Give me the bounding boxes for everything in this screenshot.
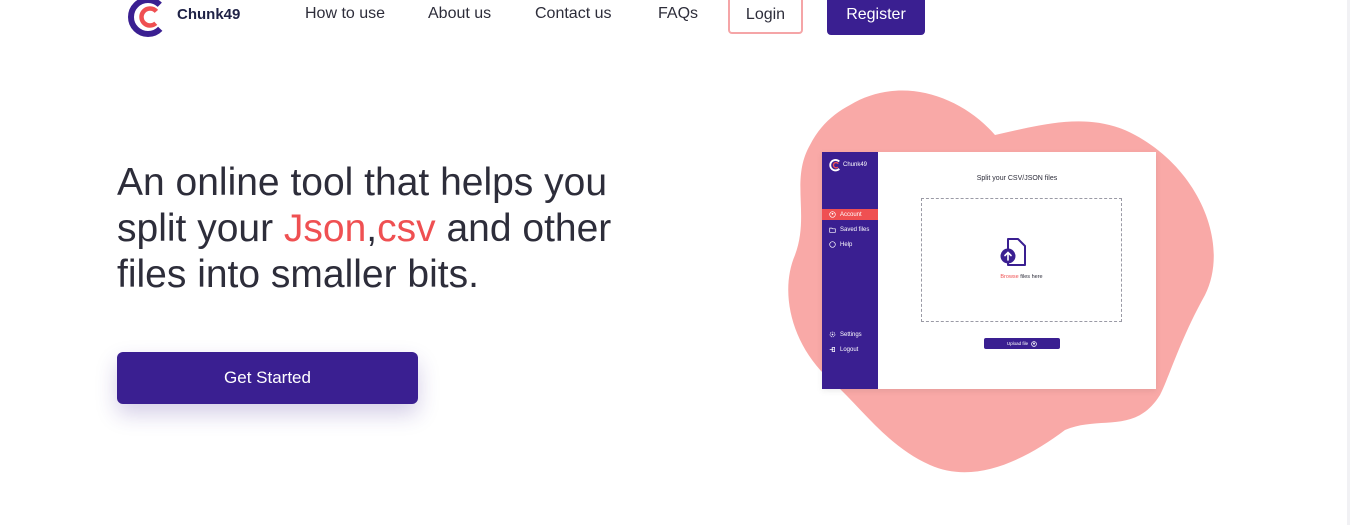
mock-sidebar-label: Logout — [840, 346, 859, 353]
hero-line-2-suffix: and other — [435, 207, 612, 250]
hero-accent-json: Json — [283, 207, 367, 250]
mock-sidebar-label: Settings — [840, 331, 862, 338]
nav-how-to-use[interactable]: How to use — [305, 5, 385, 23]
app-preview-mockup: Chunk49 Account Saved files Help Setting… — [822, 152, 1156, 389]
mock-sidebar: Chunk49 Account Saved files Help Setting… — [822, 152, 878, 389]
mock-sidebar-item-settings: Settings — [822, 329, 878, 340]
mock-browse-link: Browse — [1000, 274, 1019, 280]
hero-accent-csv: csv — [377, 207, 436, 250]
brand-name[interactable]: Chunk49 — [177, 6, 240, 23]
mock-file-dropzone: Browse files here — [921, 198, 1122, 322]
mock-upload-label: Upload file — [1006, 341, 1029, 346]
file-upload-icon — [1000, 238, 1026, 266]
mock-sidebar-label: Help — [840, 241, 853, 248]
help-icon — [829, 241, 836, 248]
hero-headline: An online tool that helps you split your… — [117, 160, 657, 298]
hero-line-1: An online tool that helps you — [117, 161, 608, 204]
mock-browse-suffix: files here — [1018, 274, 1043, 280]
register-button[interactable]: Register — [827, 0, 925, 35]
login-button[interactable]: Login — [728, 0, 803, 34]
mock-sidebar-item-account: Account — [822, 209, 878, 220]
mock-brand-name: Chunk49 — [843, 162, 868, 168]
mock-sidebar-item-logout: Logout — [822, 344, 878, 355]
mock-page-title: Split your CSV/JSON files — [976, 175, 1058, 182]
mock-sidebar-item-help: Help — [822, 239, 878, 250]
mock-logo-icon — [829, 158, 842, 172]
mock-sidebar-label: Account — [840, 211, 862, 218]
hero-comma: , — [366, 207, 378, 250]
mock-browse-text: Browse files here — [922, 274, 1121, 280]
hero-line-3: files into smaller bits. — [117, 253, 479, 296]
gear-icon — [829, 331, 836, 338]
chunk49-logo-icon[interactable] — [127, 0, 169, 39]
nav-faqs[interactable]: FAQs — [658, 5, 698, 23]
nav-about-us[interactable]: About us — [428, 5, 491, 23]
hero-line-2-prefix: split your — [117, 207, 284, 250]
folder-icon — [829, 227, 836, 233]
get-started-button[interactable]: Get Started — [117, 352, 418, 404]
upload-icon — [1031, 340, 1037, 347]
mock-sidebar-item-saved-files: Saved files — [822, 224, 878, 235]
mock-upload-button: Upload file — [984, 338, 1060, 349]
user-icon — [829, 211, 836, 218]
logout-icon — [829, 347, 835, 352]
mock-sidebar-label: Saved files — [840, 226, 870, 233]
nav-contact-us[interactable]: Contact us — [535, 5, 611, 23]
